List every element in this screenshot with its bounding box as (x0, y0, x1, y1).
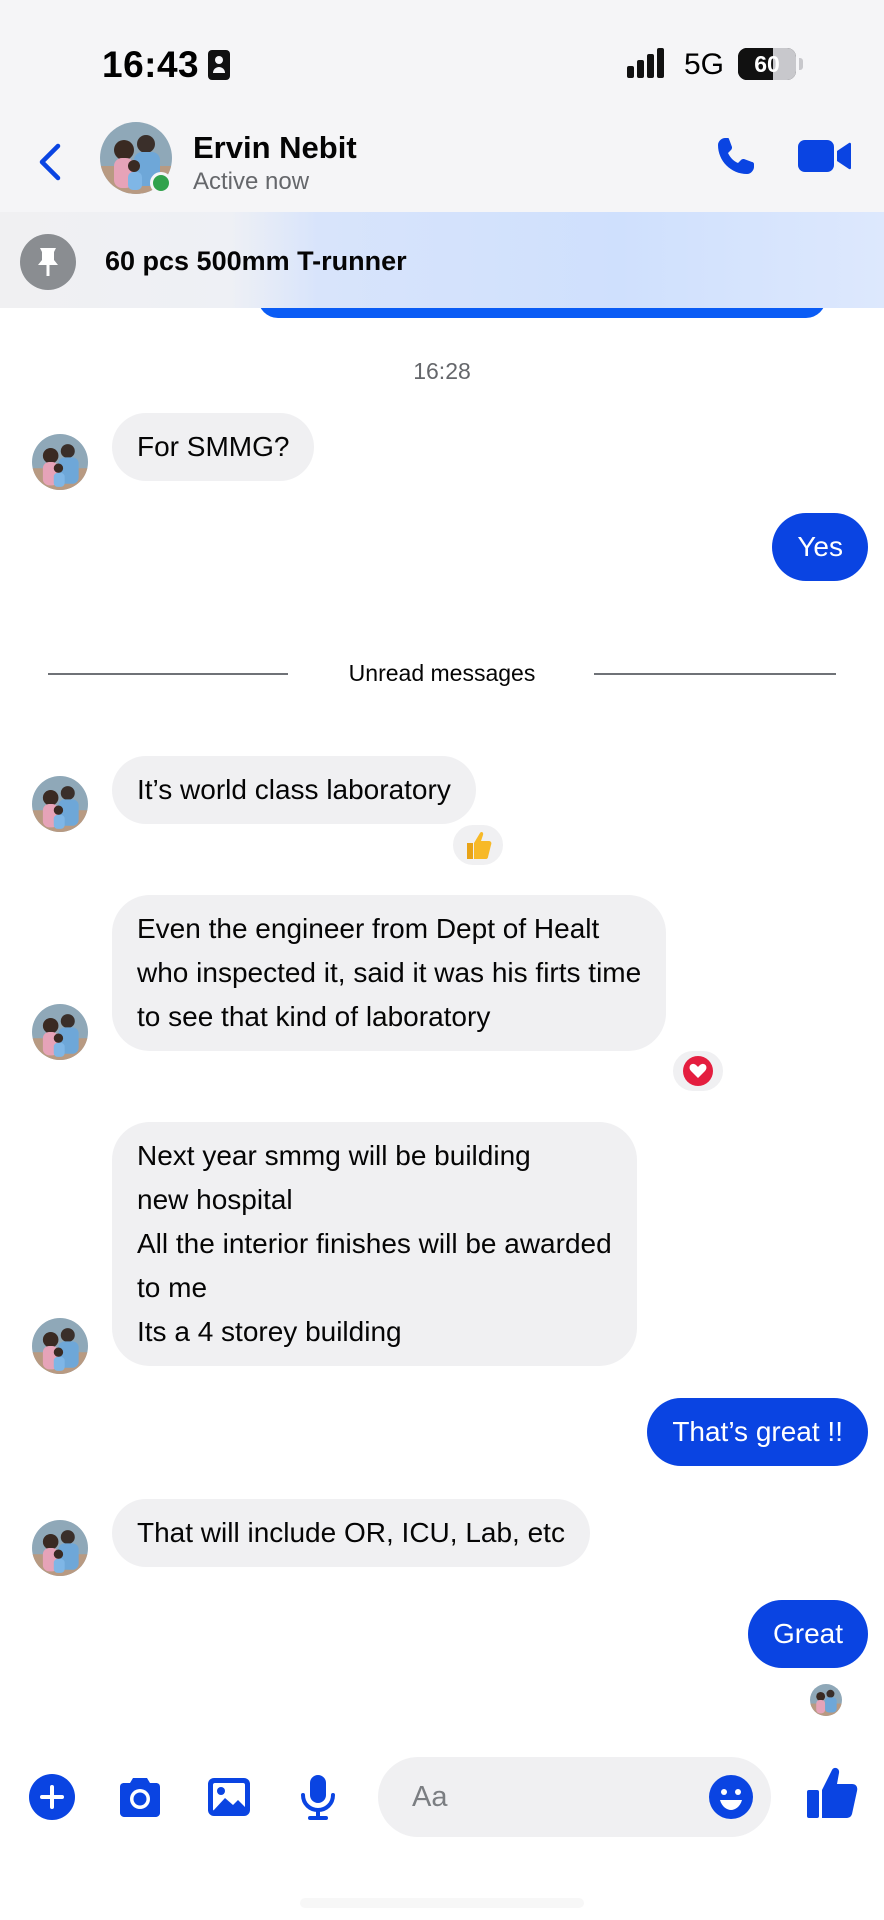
incoming-message-bubble[interactable]: Next year smmg will be building new hosp… (112, 1122, 637, 1366)
contact-name[interactable]: Ervin Nebit (193, 130, 357, 166)
message-timestamp: 16:28 (413, 358, 471, 384)
online-indicator (150, 172, 172, 194)
camera-icon[interactable] (114, 1771, 166, 1823)
message-input-field[interactable] (378, 1757, 771, 1837)
phone-icon[interactable] (712, 132, 760, 180)
message-text: That will include OR, ICU, Lab, etc (137, 1517, 565, 1548)
status-bar: 16:43 5G 60 (0, 0, 884, 120)
battery-level: 60 (754, 51, 780, 77)
incoming-message-bubble[interactable]: For SMMG? (112, 413, 315, 481)
outgoing-message-bubble[interactable]: Yes (772, 513, 868, 581)
pin-icon (20, 234, 76, 290)
pinned-message-text: 60 pcs 500mm T-runner (105, 246, 407, 276)
incoming-message-bubble[interactable]: That will include OR, ICU, Lab, etc (112, 1499, 590, 1567)
contact-status: Active now (193, 168, 310, 195)
contact-avatar-small[interactable] (32, 776, 88, 832)
battery-tip (799, 58, 803, 70)
message-text-line: to me (137, 1272, 208, 1303)
pinned-message-bar[interactable]: 60 pcs 500mm T-runner (0, 212, 884, 308)
chat-header: Ervin Nebit Active now (0, 120, 884, 212)
message-text-line: Its a 4 storey building (137, 1316, 402, 1347)
contact-avatar-small[interactable] (32, 1004, 88, 1060)
message-text: For SMMG? (137, 431, 290, 462)
divider-line-right (594, 673, 836, 675)
contact-avatar-small[interactable] (32, 434, 88, 490)
message-text-line: who inspected it, said it was his firts … (137, 957, 642, 988)
like-thumbs-up-icon[interactable] (804, 1764, 860, 1822)
read-receipt-avatar (810, 1684, 842, 1716)
message-text: Yes (797, 531, 843, 562)
heart-icon (683, 1056, 713, 1086)
status-time: 16:43 (102, 44, 200, 85)
message-text-line: All the interior finishes will be awarde… (137, 1228, 612, 1259)
message-text-line: new hospital (137, 1184, 293, 1215)
incoming-message-bubble[interactable]: It’s world class laboratory (112, 756, 476, 824)
image-gallery-icon[interactable] (203, 1771, 255, 1823)
message-text: That’s great !! (672, 1416, 843, 1447)
video-camera-icon[interactable] (796, 136, 852, 176)
back-arrow-icon[interactable] (30, 140, 74, 184)
contact-card-icon (208, 50, 230, 80)
home-indicator (300, 1898, 584, 1908)
message-text-line: Even the engineer from Dept of Healt (137, 913, 600, 944)
microphone-icon[interactable] (292, 1771, 344, 1823)
message-text: It’s world class laboratory (137, 774, 451, 805)
contact-avatar-small[interactable] (32, 1520, 88, 1576)
cellular-signal-icon (627, 48, 671, 78)
reaction-heart[interactable] (670, 1048, 726, 1094)
outgoing-message-bubble[interactable]: Great (747, 1600, 868, 1668)
message-input[interactable] (412, 1757, 692, 1837)
contact-avatar-small[interactable] (32, 1318, 88, 1374)
reaction-thumbs-up[interactable] (450, 822, 506, 868)
message-text-line: Next year smmg will be building (137, 1140, 531, 1171)
plus-icon[interactable] (26, 1771, 78, 1823)
outgoing-message-bubble[interactable]: That’s great !! (647, 1398, 868, 1466)
network-type: 5G (684, 48, 725, 81)
emoji-smiley-icon[interactable] (708, 1774, 754, 1820)
thumbs-up-icon (467, 831, 492, 859)
battery-icon: 60 (738, 48, 796, 80)
message-text-line: to see that kind of laboratory (137, 1001, 491, 1032)
message-text: Great (772, 1618, 843, 1649)
incoming-message-bubble[interactable]: Even the engineer from Dept of Healt who… (112, 895, 667, 1051)
